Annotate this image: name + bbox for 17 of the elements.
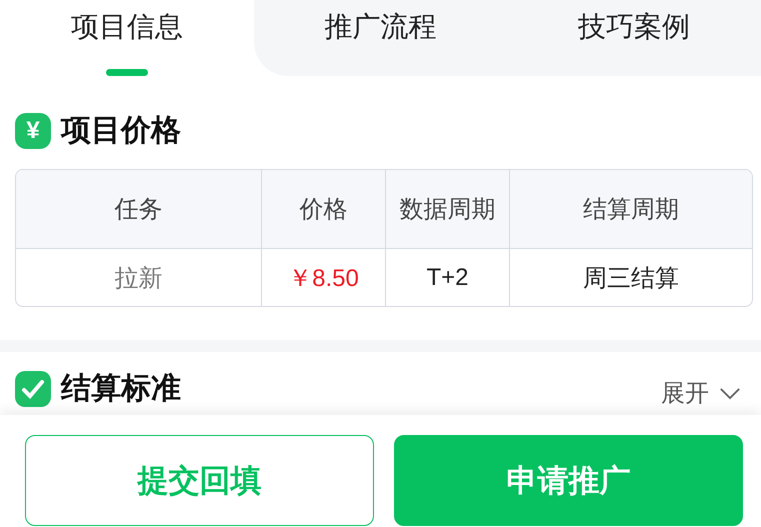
column-header: 结算周期 bbox=[509, 170, 752, 248]
active-tab-indicator bbox=[106, 69, 148, 76]
table-cell-text: 拉新 bbox=[114, 264, 164, 294]
section-title: 项目价格 bbox=[61, 113, 181, 149]
column-header: 价格 bbox=[261, 170, 385, 248]
tab[interactable]: 技巧案例 bbox=[507, 0, 761, 76]
column-header: 数据周期 bbox=[385, 170, 509, 248]
table-cell: ￥8.50 bbox=[261, 249, 385, 306]
chevron-icon bbox=[719, 386, 741, 400]
tab[interactable]: 推广流程 bbox=[254, 0, 508, 76]
table-cell: T+2 bbox=[385, 249, 509, 306]
check-icon bbox=[15, 370, 51, 406]
table-cell: 周三结算 bbox=[509, 249, 752, 306]
yen-icon: ¥ bbox=[15, 112, 51, 148]
expand-toggle[interactable]: 展开 bbox=[661, 377, 741, 409]
section-title: 结算标准 bbox=[61, 371, 181, 407]
column-header: 任务 bbox=[114, 195, 164, 225]
